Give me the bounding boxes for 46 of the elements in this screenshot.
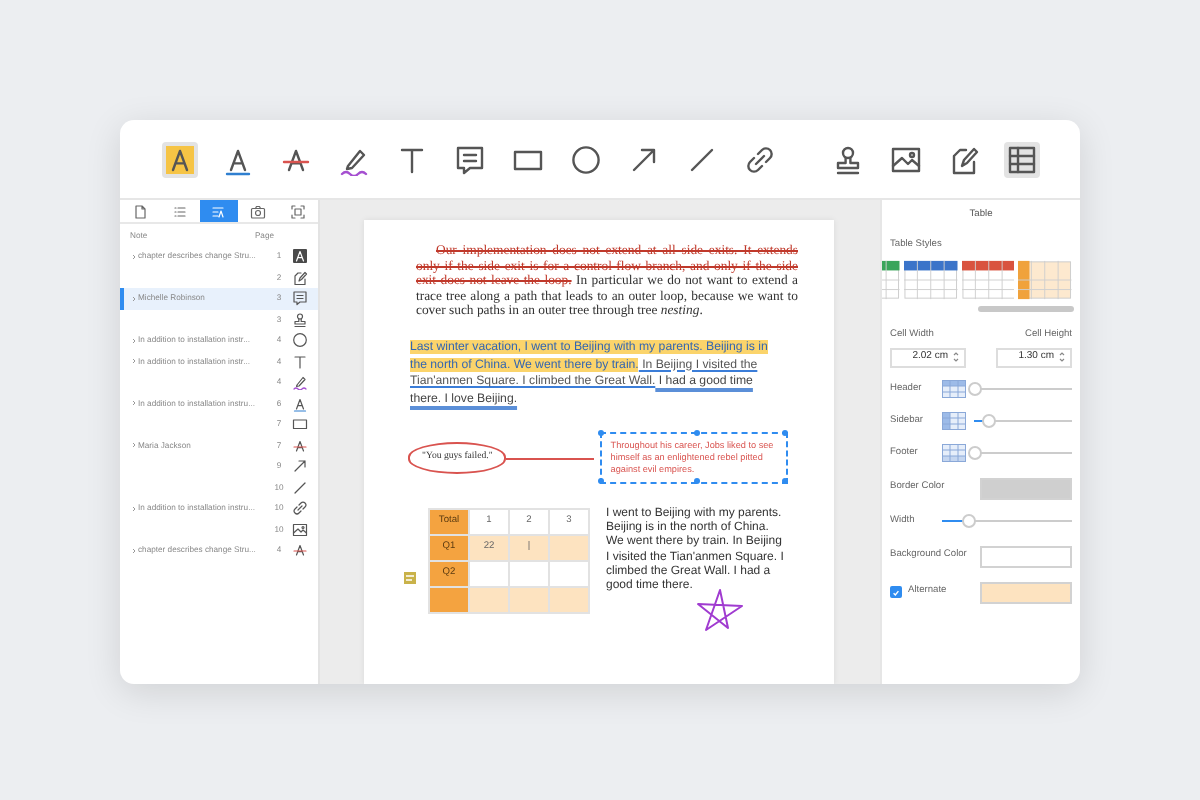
strikethrough-icon <box>288 437 312 454</box>
leader-line <box>506 457 595 460</box>
table-cell[interactable] <box>549 560 589 587</box>
color-swatch[interactable] <box>980 545 1072 568</box>
text-highlight-icon <box>288 248 312 265</box>
camera-icon <box>250 203 267 219</box>
comment-icon[interactable] <box>452 141 488 177</box>
slider-thumb[interactable] <box>962 514 976 529</box>
slider-thumb[interactable] <box>968 446 982 461</box>
link-icon[interactable] <box>742 141 778 177</box>
table-cell[interactable] <box>429 586 469 613</box>
comment-icon <box>288 290 312 307</box>
sidebar-tab[interactable] <box>199 200 239 222</box>
table-style-swatch[interactable] <box>1018 260 1072 301</box>
list-icon <box>171 203 188 219</box>
page-icon <box>131 203 148 219</box>
table-header-icon <box>942 380 966 399</box>
table-icon[interactable] <box>1004 141 1040 177</box>
crop-icon <box>290 203 307 219</box>
table-cell[interactable] <box>469 560 509 587</box>
annotation-list-icon <box>210 203 227 219</box>
spinner-icon[interactable] <box>1058 350 1066 365</box>
checkbox[interactable] <box>890 586 902 599</box>
table-sidebar-icon <box>942 412 966 431</box>
slider-thumb[interactable] <box>982 414 997 429</box>
stamp-icon <box>288 311 312 328</box>
signature-icon <box>288 269 312 286</box>
image-icon <box>288 521 312 538</box>
table-footer-icon <box>942 444 966 463</box>
circle-icon <box>288 332 312 349</box>
link-icon <box>288 500 312 517</box>
strikethrough-icon <box>288 542 312 559</box>
color-swatch[interactable] <box>980 477 1072 500</box>
table-cell[interactable] <box>509 560 549 587</box>
slider-thumb[interactable] <box>968 382 982 397</box>
star-drawing <box>697 588 743 631</box>
circle-icon[interactable] <box>568 141 604 177</box>
text-highlight-icon[interactable] <box>162 141 198 177</box>
scrollbar[interactable] <box>978 306 1074 313</box>
table-style-swatch[interactable] <box>903 260 957 301</box>
color-swatch[interactable] <box>980 581 1072 604</box>
rectangle-icon <box>288 416 312 433</box>
underline-icon <box>288 395 312 412</box>
pen-icon <box>288 374 312 391</box>
spinner-icon[interactable] <box>952 350 960 365</box>
table-style-swatch[interactable] <box>961 260 1015 301</box>
